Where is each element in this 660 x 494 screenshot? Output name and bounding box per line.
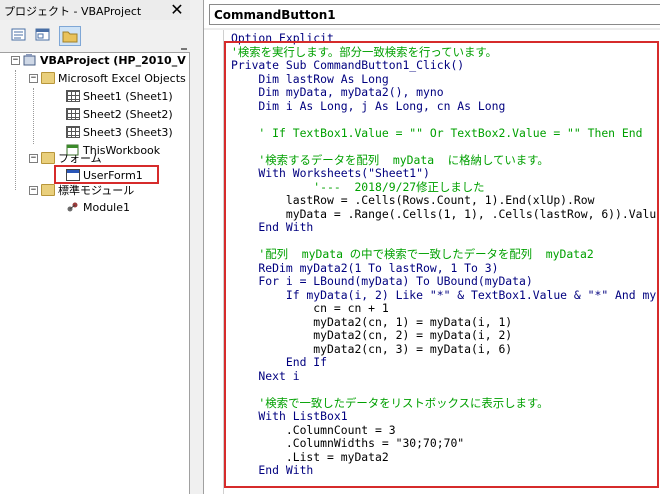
- splitter[interactable]: [193, 0, 203, 494]
- tree-item-label: 標準モジュール: [58, 184, 135, 197]
- worksheet-icon: [66, 126, 80, 138]
- tree-item-label: VBAProject (HP_2010_V: [40, 53, 186, 67]
- tree-item-sheet3[interactable]: Sheet3 (Sheet3): [66, 124, 173, 140]
- code-line[interactable]: For i = LBound(myData) To UBound(myData): [231, 274, 660, 289]
- code-line[interactable]: '--- 2018/9/27修正しました: [231, 180, 660, 195]
- tree-item-sheet1[interactable]: Sheet1 (Sheet1): [66, 88, 173, 104]
- worksheet-icon: [66, 90, 80, 102]
- project-explorer-title: プロジェクト - VBAProject: [4, 5, 142, 18]
- module-icon: [67, 202, 78, 212]
- code-line[interactable]: [231, 113, 660, 127]
- worksheet-icon: [66, 108, 80, 120]
- collapse-icon[interactable]: −: [29, 73, 38, 83]
- tree-item-label: Sheet2 (Sheet2): [83, 107, 173, 121]
- code-line[interactable]: '検索するデータを配列 myData に格納しています。: [231, 153, 660, 168]
- code-line[interactable]: With ListBox1: [231, 409, 660, 424]
- project-explorer-toolbar: [0, 22, 190, 66]
- code-line[interactable]: cn = cn + 1: [231, 301, 660, 316]
- code-line[interactable]: myData2(cn, 1) = myData(i, 1): [231, 315, 660, 330]
- code-lines: Option Explicit '検索を実行します。部分一致検索を行っています。 P…: [231, 32, 660, 492]
- code-line[interactable]: [231, 478, 660, 492]
- code-line[interactable]: Dim lastRow As Long: [231, 72, 660, 87]
- code-line[interactable]: ' If TextBox1.Value = "" Or TextBox2.Val…: [231, 126, 660, 141]
- code-line[interactable]: [231, 383, 660, 397]
- code-line[interactable]: myData2(cn, 2) = myData(i, 2): [231, 328, 660, 343]
- collapse-icon[interactable]: −: [11, 55, 20, 65]
- code-line[interactable]: myData2(cn, 3) = myData(i, 6): [231, 342, 660, 357]
- tree-item-label: フォーム: [58, 152, 102, 165]
- tree-item-label: Sheet3 (Sheet3): [83, 125, 173, 139]
- folder-icon: [41, 184, 55, 196]
- code-line[interactable]: End With: [231, 463, 660, 478]
- code-line[interactable]: .ColumnCount = 3: [231, 423, 660, 438]
- collapse-icon[interactable]: −: [29, 153, 38, 163]
- close-icon[interactable]: ✕: [168, 1, 186, 19]
- folder-icon: [41, 152, 55, 164]
- code-line[interactable]: lastRow = .Cells(Rows.Count, 1).End(xlUp…: [231, 193, 660, 208]
- view-code-icon: [11, 28, 26, 41]
- code-line[interactable]: [231, 140, 660, 154]
- code-line[interactable]: Next i: [231, 369, 660, 384]
- collapse-icon[interactable]: −: [29, 185, 38, 195]
- code-line[interactable]: If myData(i, 2) Like "*" & TextBox1.Valu…: [231, 288, 660, 303]
- tree-item-label: Sheet1 (Sheet1): [83, 89, 173, 103]
- code-editor[interactable]: Option Explicit '検索を実行します。部分一致検索を行っています。 P…: [204, 30, 660, 494]
- tree-item-folder-forms[interactable]: − フォーム: [29, 150, 102, 166]
- code-line[interactable]: End Sub: [231, 490, 660, 492]
- view-code-button[interactable]: [9, 26, 31, 46]
- code-line[interactable]: Dim myData, myData2(), myno: [231, 85, 660, 100]
- code-line[interactable]: With Worksheets("Sheet1"): [231, 166, 660, 181]
- code-line[interactable]: [231, 235, 660, 249]
- object-dropdown-value: CommandButton1: [214, 8, 336, 22]
- code-line[interactable]: '検索を実行します。部分一致検索を行っています。: [231, 45, 660, 60]
- code-line[interactable]: '検索で一致したデータをリストボックスに表示します。: [231, 396, 660, 411]
- code-line[interactable]: Private Sub CommandButton1_Click(): [231, 58, 660, 73]
- view-object-icon: [35, 28, 50, 41]
- tree-item-folder-modules[interactable]: − 標準モジュール: [29, 182, 134, 198]
- folder-icon: [62, 31, 78, 43]
- code-line[interactable]: End If: [231, 355, 660, 370]
- code-line[interactable]: '配列 myData の中で検索で一致したデータを配列 myData2: [231, 247, 660, 262]
- tree-item-sheet2[interactable]: Sheet2 (Sheet2): [66, 106, 173, 122]
- tree-item-label: Microsoft Excel Objects: [58, 71, 186, 85]
- code-line[interactable]: .List = myData2: [231, 450, 660, 465]
- tree-item-folder-excel-objects[interactable]: − Microsoft Excel Objects: [29, 70, 186, 86]
- toggle-folders-button[interactable]: [59, 26, 81, 46]
- tree-item-module1[interactable]: Module1: [66, 199, 130, 215]
- code-line[interactable]: myData = .Range(.Cells(1, 1), .Cells(las…: [231, 207, 660, 222]
- object-dropdown[interactable]: CommandButton1: [209, 4, 660, 25]
- vba-project-icon: [23, 54, 36, 66]
- view-object-button[interactable]: [33, 26, 55, 46]
- tree-item-project[interactable]: − VBAProject (HP_2010_V: [11, 52, 186, 68]
- code-line[interactable]: Dim i As Long, j As Long, cn As Long: [231, 99, 660, 114]
- code-line[interactable]: .ColumnWidths = "30;70;70": [231, 436, 660, 451]
- code-line[interactable]: Option Explicit: [231, 32, 660, 46]
- code-window: CommandButton1 Option Explicit '検索を実行します。…: [203, 0, 660, 494]
- code-margin: [204, 30, 224, 494]
- tree-item-label: Module1: [83, 200, 130, 214]
- project-explorer-titlebar: プロジェクト - VBAProject ✕: [0, 0, 190, 20]
- folder-icon: [41, 72, 55, 84]
- code-line[interactable]: ReDim myData2(1 To lastRow, 1 To 3): [231, 261, 660, 276]
- code-line[interactable]: End With: [231, 220, 660, 235]
